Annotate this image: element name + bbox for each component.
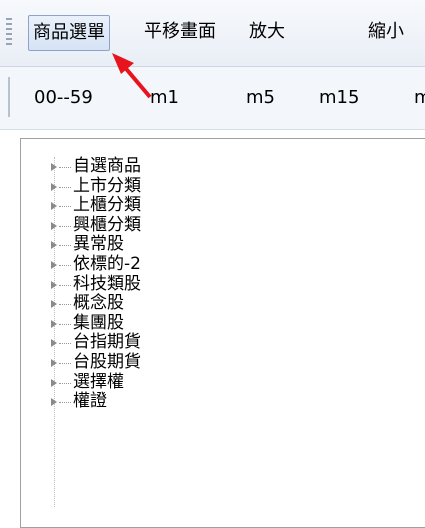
tree-node-label[interactable]: 概念股 [73,294,124,314]
expand-triangle-icon[interactable] [51,202,57,211]
tree-node-label[interactable]: 自選商品 [73,156,141,177]
toolbar-separator [8,77,10,117]
expand-triangle-icon[interactable] [51,378,57,387]
tree-connector [59,382,71,384]
menu-item-zoom-in[interactable]: 放大 [249,15,285,49]
tree-node-label[interactable]: 依標的-2 [73,254,141,275]
tree-node-label[interactable]: 科技類股 [73,274,141,295]
expand-triangle-icon[interactable] [51,319,57,328]
period-button-m5[interactable]: m5 [246,81,275,115]
expand-triangle-icon[interactable] [51,300,57,309]
expand-triangle-icon[interactable] [51,358,57,367]
tree-connector [59,225,71,227]
tree-node-label[interactable]: 權證 [73,392,107,412]
tree-connector [59,284,71,286]
expand-triangle-icon[interactable] [51,398,57,407]
toolbar-grip-handle[interactable] [6,18,12,48]
period-button-m1[interactable]: m1 [150,81,179,115]
tree-node-label[interactable]: 興櫃分類 [73,215,141,236]
tree-connector [59,362,71,364]
expand-triangle-icon[interactable] [51,163,57,171]
expand-triangle-icon[interactable] [51,280,57,289]
expand-triangle-icon[interactable] [51,221,57,230]
menu-bar: 商品選單 平移畫面 放大 縮小 [0,0,425,67]
menu-item-pan-view[interactable]: 平移畫面 [144,15,216,49]
tree-connector [59,343,71,345]
menu-item-zoom-out[interactable]: 縮小 [368,15,404,49]
expand-triangle-icon[interactable] [51,182,57,191]
tree-connector [59,186,71,188]
tree-node-label[interactable]: 異常股 [73,235,124,255]
tree-node-label[interactable]: 上櫃分類 [73,196,141,216]
tree-connector [59,323,71,325]
tree-connector [59,245,71,247]
expand-triangle-icon[interactable] [51,339,57,348]
period-button-00-59[interactable]: 00--59 [34,81,93,115]
tree-connector [59,206,71,208]
expand-triangle-icon[interactable] [51,260,57,269]
tree-node-label[interactable]: 台指期貨 [73,333,141,353]
tree-node-label[interactable]: 上市分類 [73,176,141,197]
tree-node-label[interactable]: 選擇權 [73,372,124,393]
tree-node-label[interactable]: 台股期貨 [73,352,141,373]
tree-connector [59,167,71,168]
tree-connector [59,402,71,404]
tree-node-label[interactable]: 集團股 [73,313,124,334]
product-tree-panel: 自選商品 上市分類 上櫃分類 興櫃分類 異常股 依標的-2 科技類股 概念股 集團股 台指期貨 台股… [20,138,425,528]
tree-connector [59,264,71,266]
menu-item-product-menu[interactable]: 商品選單 [28,15,110,51]
expand-triangle-icon[interactable] [51,241,57,250]
tree-connector [59,304,71,306]
period-button-truncated[interactable]: m [414,81,425,115]
period-toolbar: 00--59 m1 m5 m15 m [0,67,425,130]
period-button-m15[interactable]: m15 [319,81,359,115]
